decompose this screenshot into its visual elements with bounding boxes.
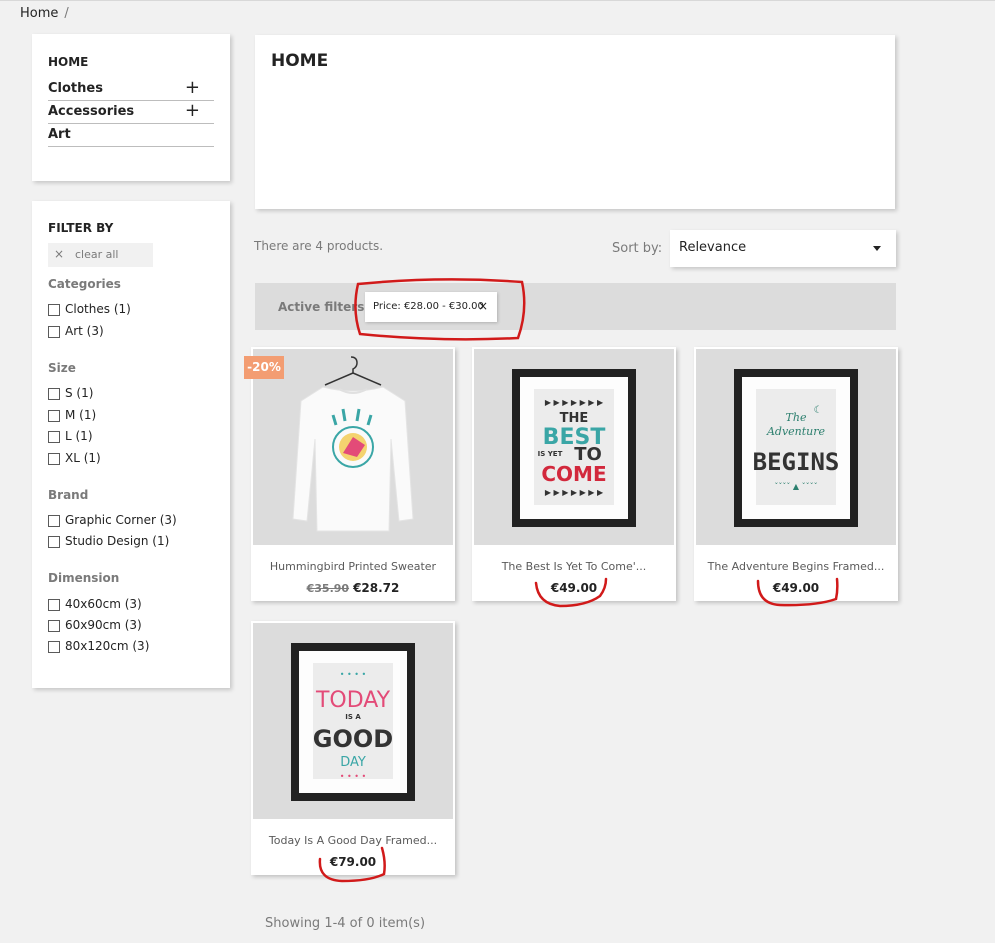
product-image-best-is-yet-to-come[interactable]: ▶ ▶ ▶ ▶ ▶ ▶ ▶ THE BEST IS YET TO COME ▶ … (474, 349, 674, 545)
filter-group-title-brand: Brand (48, 488, 89, 502)
poster-text: DAY (340, 755, 366, 770)
product-price: €79.00 (329, 855, 377, 869)
product-name[interactable]: Today Is A Good Day Framed... (251, 834, 455, 847)
category-menu-title[interactable]: HOME (48, 55, 88, 69)
product-name[interactable]: Hummingbird Printed Sweater (251, 560, 455, 573)
checkbox[interactable] (48, 304, 60, 316)
discount-badge: -20% (244, 356, 284, 379)
filter-option-label[interactable]: Clothes (1) (65, 302, 131, 316)
category-menu: HOME Clothes + Accessories + Art (32, 34, 230, 181)
checkbox[interactable] (48, 431, 60, 443)
category-item-label[interactable]: Accessories (48, 104, 134, 119)
close-icon: × (54, 247, 65, 261)
svg-text:ˇˇˇˇ ▲ ˇˇˇˇ: ˇˇˇˇ ▲ ˇˇˇˇ (774, 481, 817, 491)
page-title: HOME (271, 51, 329, 71)
product-card[interactable]: ☾ The Adventure BEGINS ˇˇˇˇ ▲ ˇˇˇˇ The A… (694, 347, 898, 601)
product-price-row: €49.00 (694, 581, 898, 595)
svg-text:▶ ▶ ▶ ▶ ▶ ▶ ▶: ▶ ▶ ▶ ▶ ▶ ▶ ▶ (545, 488, 604, 497)
product-count: There are 4 products. (254, 239, 384, 253)
filter-group-title-categories: Categories (48, 277, 121, 291)
filter-option-label[interactable]: L (1) (65, 429, 93, 443)
poster-text: GOOD (313, 725, 393, 753)
svg-text:• • • •: • • • • (340, 670, 367, 679)
active-filter-label: Price: €28.00 - €30.00 (373, 301, 484, 312)
product-card[interactable]: Hummingbird Printed Sweater €35.90 €28.72 (251, 347, 455, 601)
category-item-label[interactable]: Art (48, 127, 71, 142)
poster-text: IS YET (538, 450, 563, 458)
product-price-row: €79.00 (251, 855, 455, 869)
active-filter-chip[interactable]: Price: €28.00 - €30.00 × (365, 292, 497, 322)
filter-option-label[interactable]: 80x120cm (3) (65, 639, 149, 653)
filter-option-label[interactable]: S (1) (65, 386, 93, 400)
poster-text: BEGINS (753, 448, 840, 476)
expand-plus-icon[interactable]: + (185, 100, 200, 121)
svg-text:▶ ▶ ▶ ▶ ▶ ▶ ▶: ▶ ▶ ▶ ▶ ▶ ▶ ▶ (545, 398, 604, 407)
product-price: €49.00 (550, 581, 598, 595)
product-image-today-is-a-good-day[interactable]: • • • • TODAY IS A GOOD DAY • • • • (253, 623, 453, 819)
breadcrumb-separator: / (64, 6, 69, 21)
product-card[interactable]: ▶ ▶ ▶ ▶ ▶ ▶ ▶ THE BEST IS YET TO COME ▶ … (472, 347, 676, 601)
poster-text: THE (560, 411, 589, 426)
filter-option-label[interactable]: Graphic Corner (3) (65, 513, 177, 527)
sort-dropdown[interactable]: Relevance (670, 230, 896, 267)
chevron-down-icon (873, 246, 881, 251)
sort-label: Sort by: (612, 241, 663, 256)
filter-option-label[interactable]: XL (1) (65, 451, 101, 465)
filter-group-title-size: Size (48, 361, 76, 375)
top-divider (0, 0, 995, 1)
poster-text: IS A (345, 713, 361, 721)
svg-text:• • • •: • • • • (340, 772, 367, 781)
svg-text:☾: ☾ (814, 405, 823, 416)
filter-panel: FILTER BY × clear all Categories Clothes… (32, 201, 230, 688)
filter-option-label[interactable]: 60x90cm (3) (65, 618, 142, 632)
product-image-adventure-begins[interactable]: ☾ The Adventure BEGINS ˇˇˇˇ ▲ ˇˇˇˇ (696, 349, 896, 545)
product-name[interactable]: The Adventure Begins Framed... (694, 560, 898, 573)
active-filters-label: Active filters (278, 300, 365, 314)
category-header: HOME (255, 35, 895, 209)
clear-all-button[interactable]: × clear all (48, 243, 153, 267)
product-price: €49.00 (772, 581, 820, 595)
clear-all-label: clear all (75, 248, 119, 261)
filter-option-label[interactable]: M (1) (65, 408, 96, 422)
checkbox[interactable] (48, 536, 60, 548)
poster-text: The (786, 411, 807, 424)
checkbox[interactable] (48, 599, 60, 611)
filter-option-label[interactable]: 40x60cm (3) (65, 597, 142, 611)
category-item-accessories[interactable]: Accessories + (48, 100, 214, 124)
filter-title: FILTER BY (48, 221, 114, 235)
close-icon[interactable]: × (478, 299, 488, 313)
product-price-row: €35.90 €28.72 (251, 581, 455, 595)
checkbox[interactable] (48, 515, 60, 527)
product-price-row: €49.00 (472, 581, 676, 595)
category-item-art[interactable]: Art (48, 124, 214, 147)
category-item-clothes[interactable]: Clothes + (48, 77, 214, 101)
filter-option-label[interactable]: Art (3) (65, 324, 104, 338)
filter-option-label[interactable]: Studio Design (1) (65, 534, 169, 548)
checkbox[interactable] (48, 326, 60, 338)
checkbox[interactable] (48, 410, 60, 422)
pagination-summary: Showing 1-4 of 0 item(s) (265, 916, 426, 931)
regular-price: €35.90 (306, 582, 350, 595)
expand-plus-icon[interactable]: + (185, 77, 200, 98)
checkbox[interactable] (48, 388, 60, 400)
breadcrumb-home-link[interactable]: Home (20, 6, 58, 21)
checkbox[interactable] (48, 641, 60, 653)
category-item-label[interactable]: Clothes (48, 81, 103, 96)
poster-text: COME (541, 462, 606, 486)
product-name[interactable]: The Best Is Yet To Come'... (472, 560, 676, 573)
active-filters-bar: Active filters Price: €28.00 - €30.00 × (255, 283, 896, 330)
checkbox[interactable] (48, 620, 60, 632)
poster-text: TODAY (315, 688, 391, 713)
product-price: €28.72 (353, 581, 400, 595)
poster-text: Adventure (766, 425, 826, 438)
sort-value: Relevance (679, 240, 747, 255)
filter-group-title-dimension: Dimension (48, 571, 120, 585)
breadcrumb: Home / (20, 6, 69, 21)
checkbox[interactable] (48, 453, 60, 465)
product-card[interactable]: • • • • TODAY IS A GOOD DAY • • • • Toda… (251, 621, 455, 875)
